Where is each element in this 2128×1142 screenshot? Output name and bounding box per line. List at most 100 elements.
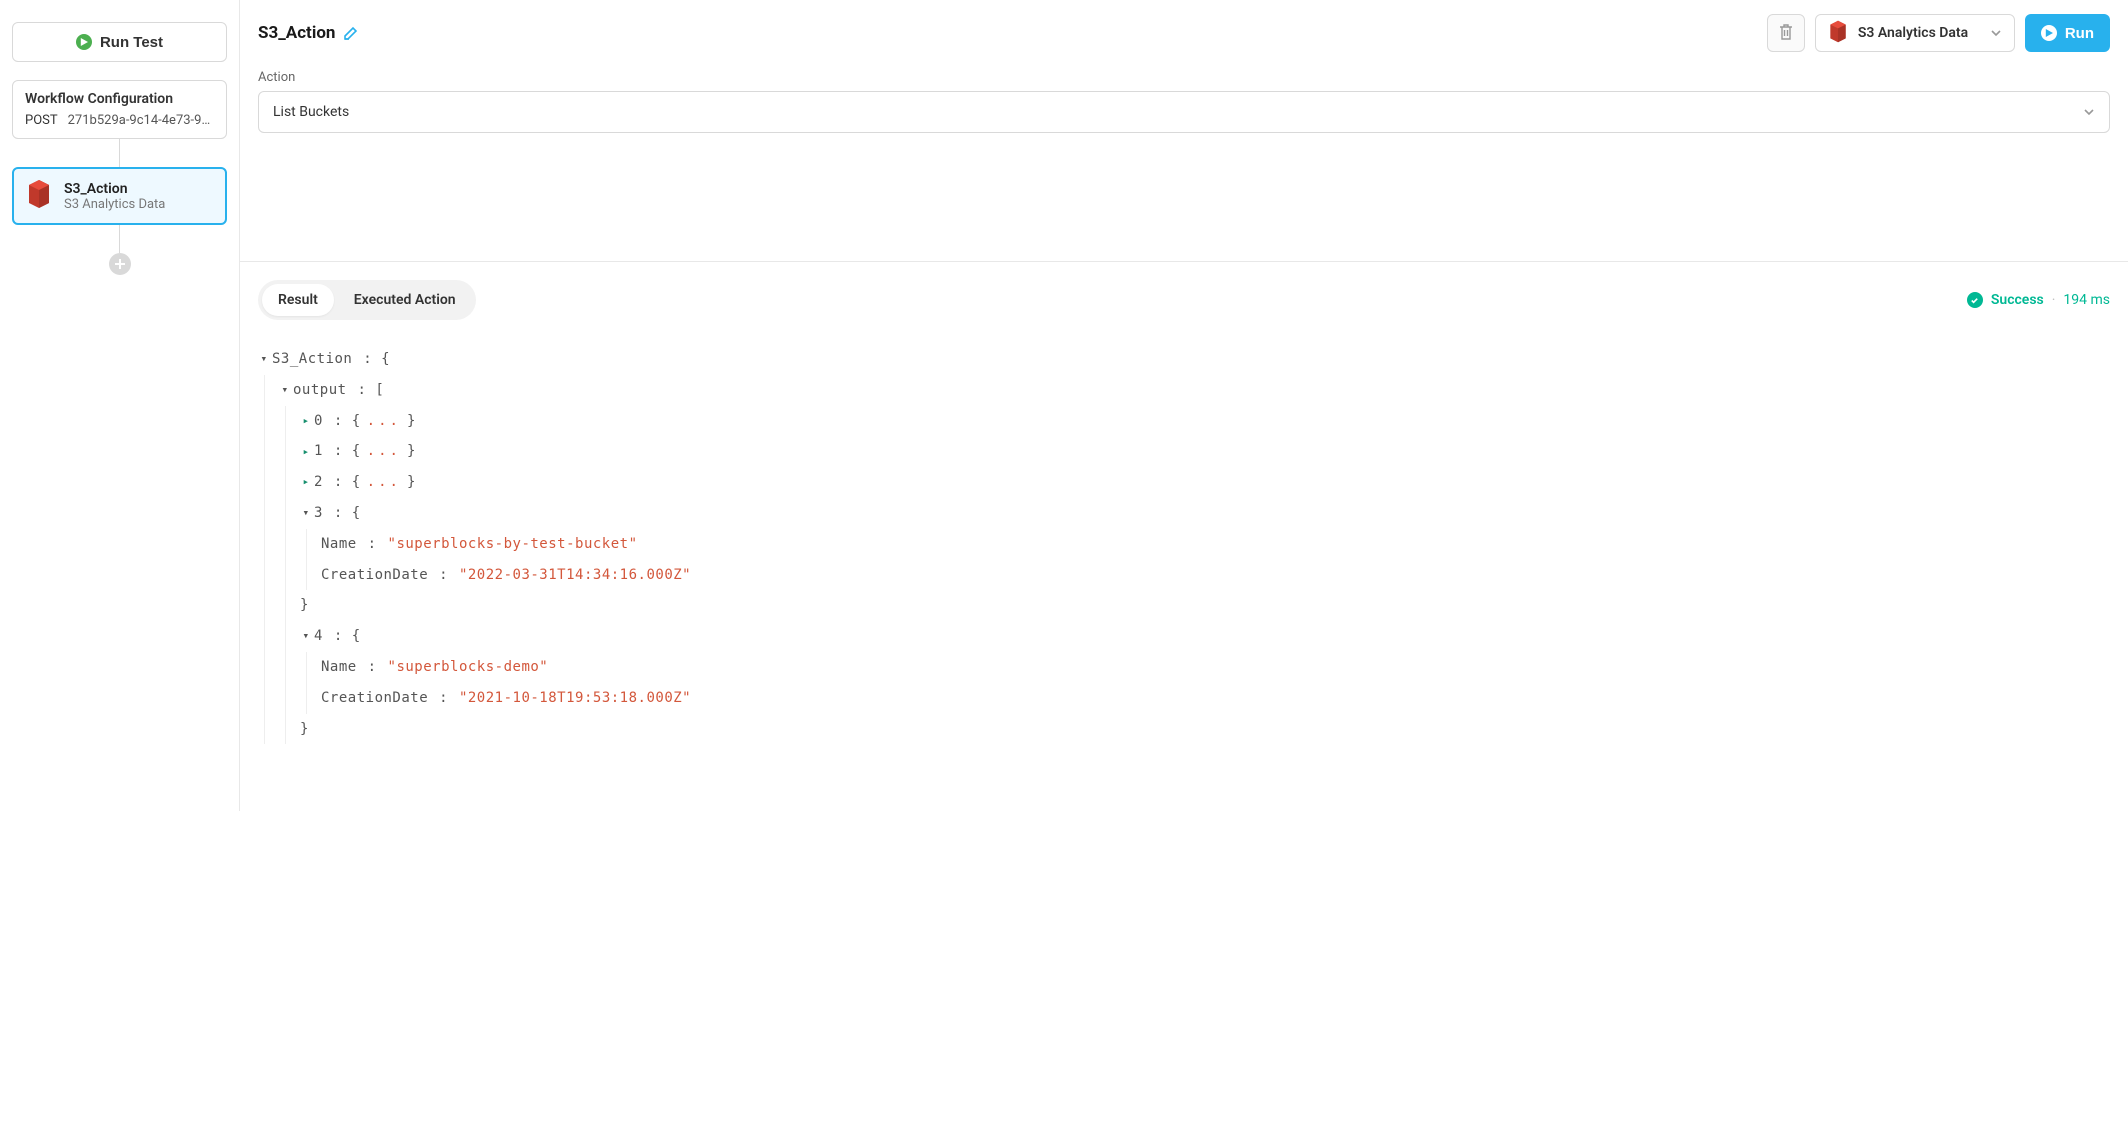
json-key: S3_Action <box>272 344 352 375</box>
json-tree: S3_Action : { output : [ 0 : { <box>258 344 2110 744</box>
punct: : [ <box>349 375 385 406</box>
tree-row-close: } <box>300 714 2110 745</box>
punct: : <box>359 529 386 560</box>
punct: : { <box>325 406 361 437</box>
json-key: 2 <box>314 467 323 498</box>
app-root: Run Test Workflow Configuration POST 271… <box>0 0 2128 811</box>
punct: : { <box>354 344 390 375</box>
json-string: "superblocks-demo" <box>388 652 549 683</box>
tree-row-close: } <box>300 590 2110 621</box>
edit-icon[interactable] <box>343 25 359 41</box>
action-field-label: Action <box>258 70 2110 85</box>
json-key: CreationDate <box>321 683 428 714</box>
punct: } <box>300 714 309 745</box>
punct: } <box>407 436 416 467</box>
tree-row-root[interactable]: S3_Action : { <box>258 344 2110 375</box>
sidebar: Run Test Workflow Configuration POST 271… <box>0 0 240 811</box>
punct: : <box>359 652 386 683</box>
punct: : { <box>325 436 361 467</box>
action-select[interactable]: List Buckets <box>258 91 2110 133</box>
action-node-text: S3_Action S3 Analytics Data <box>64 181 165 212</box>
caret-icon[interactable] <box>300 470 312 494</box>
connector-line <box>119 139 120 167</box>
json-key: CreationDate <box>321 560 428 591</box>
play-icon <box>2041 25 2057 41</box>
workflow-config-title: Workflow Configuration <box>25 91 214 107</box>
workflow-config-card[interactable]: Workflow Configuration POST 271b529a-9c1… <box>12 80 227 139</box>
ellipsis: ... <box>363 406 405 437</box>
action-node-subtitle: S3 Analytics Data <box>64 197 165 212</box>
action-node-card[interactable]: S3_Action S3 Analytics Data <box>12 167 227 225</box>
tree-row-item[interactable]: 2 : { ... } <box>300 467 2110 498</box>
workflow-method: POST <box>25 113 58 128</box>
s3-icon <box>1828 20 1848 47</box>
punct: : { <box>325 467 361 498</box>
caret-icon[interactable] <box>300 501 312 525</box>
action-select-value: List Buckets <box>273 104 349 120</box>
json-key: 0 <box>314 406 323 437</box>
run-button[interactable]: Run <box>2025 14 2110 52</box>
caret-icon[interactable] <box>258 347 270 371</box>
punct: : <box>430 560 457 591</box>
status-block: Success · 194 ms <box>1967 292 2110 308</box>
caret-icon[interactable] <box>300 409 312 433</box>
json-string: "2022-03-31T14:34:16.000Z" <box>459 560 691 591</box>
json-key: Name <box>321 652 357 683</box>
results-panel: Result Executed Action Success · 194 ms … <box>240 261 2128 762</box>
tree-row-output[interactable]: output : [ <box>279 375 2110 406</box>
punct: } <box>407 406 416 437</box>
delete-button[interactable] <box>1767 14 1805 52</box>
resource-label: S3 Analytics Data <box>1858 25 1980 41</box>
punct: : { <box>325 498 361 529</box>
tree-row-item[interactable]: 0 : { ... } <box>300 406 2110 437</box>
title-block: S3_Action <box>258 23 359 43</box>
tab-result[interactable]: Result <box>262 284 334 316</box>
tab-group: Result Executed Action <box>258 280 476 320</box>
tree-row-item[interactable]: 4 : { <box>300 621 2110 652</box>
json-key: 3 <box>314 498 323 529</box>
workflow-config-sub: POST 271b529a-9c14-4e73-9027-… <box>25 113 214 128</box>
separator: · <box>2052 292 2056 308</box>
main-panel: S3_Action <box>240 0 2128 811</box>
trash-icon <box>1778 23 1794 44</box>
caret-icon[interactable] <box>300 624 312 648</box>
run-test-button[interactable]: Run Test <box>12 22 227 62</box>
json-key: 1 <box>314 436 323 467</box>
tree-row-kv: CreationDate : "2022-03-31T14:34:16.000Z… <box>321 560 2110 591</box>
tree-row-item[interactable]: 1 : { ... } <box>300 436 2110 467</box>
chevron-down-icon <box>1990 27 2002 39</box>
duration-text: 194 ms <box>2063 292 2110 308</box>
resource-select[interactable]: S3 Analytics Data <box>1815 14 2015 52</box>
tree-row-kv: Name : "superblocks-demo" <box>321 652 2110 683</box>
run-test-label: Run Test <box>100 34 163 51</box>
add-node-button[interactable] <box>109 253 131 275</box>
play-icon <box>76 34 92 50</box>
run-label: Run <box>2065 25 2094 42</box>
status-text: Success <box>1991 292 2044 308</box>
ellipsis: ... <box>363 436 405 467</box>
s3-icon <box>26 179 52 213</box>
main-top: S3_Action <box>240 0 2128 151</box>
punct: : <box>430 683 457 714</box>
json-key: 4 <box>314 621 323 652</box>
connector-line <box>119 225 120 253</box>
ellipsis: ... <box>363 467 405 498</box>
chevron-down-icon <box>2083 106 2095 118</box>
header-actions: S3 Analytics Data Run <box>1767 14 2110 52</box>
json-key: Name <box>321 529 357 560</box>
action-node-title: S3_Action <box>64 181 165 197</box>
caret-icon[interactable] <box>300 440 312 464</box>
punct: } <box>407 467 416 498</box>
tab-executed-action[interactable]: Executed Action <box>338 284 472 316</box>
tree-row-kv: Name : "superblocks-by-test-bucket" <box>321 529 2110 560</box>
check-icon <box>1967 292 1983 308</box>
punct: : { <box>325 621 361 652</box>
tree-row-item[interactable]: 3 : { <box>300 498 2110 529</box>
json-string: "superblocks-by-test-bucket" <box>388 529 638 560</box>
page-title: S3_Action <box>258 23 335 43</box>
json-string: "2021-10-18T19:53:18.000Z" <box>459 683 691 714</box>
caret-icon[interactable] <box>279 378 291 402</box>
tree-row-kv: CreationDate : "2021-10-18T19:53:18.000Z… <box>321 683 2110 714</box>
results-header: Result Executed Action Success · 194 ms <box>258 280 2110 320</box>
workflow-id: 271b529a-9c14-4e73-9027-… <box>68 113 214 128</box>
